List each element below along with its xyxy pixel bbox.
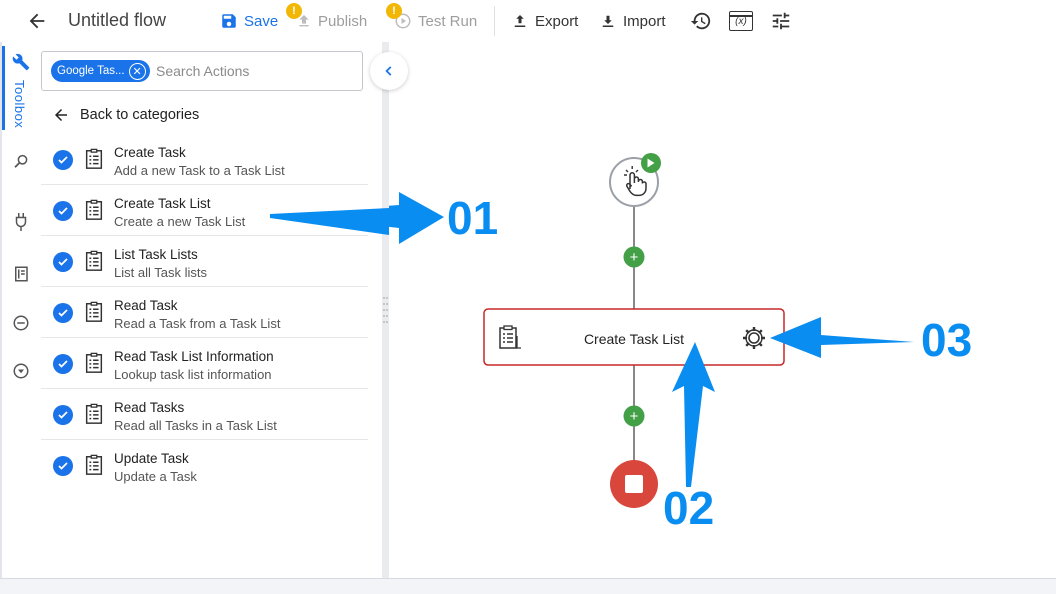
category-filter-chip[interactable]: Google Tas... ✕ — [51, 60, 150, 82]
publish-warning-badge: ! — [286, 3, 302, 19]
check-circle-icon — [53, 201, 73, 221]
variables-icon: (x) — [729, 11, 753, 31]
top-bar: Untitled flow Save Publish ! Test Run ! … — [0, 0, 1056, 42]
annotation-arrow-01 — [389, 192, 444, 244]
variables-button[interactable]: (x) — [729, 0, 753, 42]
panel-resize-handle[interactable] — [382, 42, 389, 578]
search-input[interactable] — [156, 60, 356, 82]
export-label: Export — [535, 12, 579, 30]
back-to-categories-link[interactable]: Back to categories — [52, 106, 199, 124]
action-item-list-task-lists[interactable]: List Task Lists List all Task lists — [41, 236, 368, 287]
action-item-read-task-list-information[interactable]: Read Task List Information Lookup task l… — [41, 338, 368, 389]
play-badge-icon[interactable] — [641, 153, 661, 173]
check-circle-icon — [53, 405, 73, 425]
plug-icon[interactable] — [11, 212, 31, 232]
settings-sliders-icon[interactable] — [770, 0, 792, 42]
check-circle-icon — [53, 303, 73, 323]
fx-label: (x) — [735, 15, 747, 27]
task-list-icon — [85, 148, 103, 169]
action-title: Read Task — [114, 298, 178, 313]
check-circle-icon — [53, 456, 73, 476]
check-circle-icon — [53, 354, 73, 374]
testrun-warning-badge: ! — [386, 3, 402, 19]
stop-node[interactable] — [610, 460, 658, 508]
chip-close-icon[interactable]: ✕ — [128, 62, 146, 80]
history-icon[interactable] — [690, 0, 712, 42]
save-icon — [222, 14, 236, 28]
test-run-button[interactable]: Test Run — [394, 0, 477, 42]
search-box[interactable]: Google Tas... ✕ — [41, 51, 363, 91]
action-description: List all Task lists — [114, 265, 207, 280]
plus-icon: + — [630, 408, 639, 425]
import-button[interactable]: Import — [599, 0, 666, 42]
check-circle-icon — [53, 252, 73, 272]
task-list-icon — [85, 250, 103, 271]
publish-button[interactable]: Publish — [296, 0, 367, 42]
chevron-down-circle-icon[interactable] — [11, 361, 31, 381]
toolbox-tab-label[interactable]: Toolbox — [12, 80, 27, 128]
check-circle-icon — [53, 150, 73, 170]
flow-diagram: + + Create Task List 01 02 03 — [389, 153, 972, 534]
import-icon — [602, 15, 614, 27]
action-description: Add a new Task to a Task List — [114, 163, 285, 178]
flow-title[interactable]: Untitled flow — [68, 10, 166, 31]
task-list-icon — [85, 199, 103, 220]
save-label: Save — [244, 12, 279, 30]
book-icon[interactable] — [11, 264, 31, 284]
chip-label: Google Tas... — [57, 65, 125, 77]
action-description: Lookup task list information — [114, 367, 272, 382]
action-title: Create Task List — [114, 196, 211, 211]
task-list-icon — [85, 454, 103, 475]
annotation-arrow-03 — [770, 317, 914, 358]
minus-circle-icon[interactable] — [11, 313, 31, 333]
action-item-read-task[interactable]: Read Task Read a Task from a Task List — [41, 287, 368, 338]
chevron-left-icon — [385, 66, 392, 76]
task-list-icon — [85, 403, 103, 424]
add-step-button[interactable]: + — [623, 405, 645, 427]
action-item-create-task-list[interactable]: Create Task List Create a new Task List — [41, 185, 368, 236]
task-list-icon — [85, 352, 103, 373]
action-title: List Task Lists — [114, 247, 198, 262]
action-item-read-tasks[interactable]: Read Tasks Read all Tasks in a Task List — [41, 389, 368, 440]
task-list-icon — [85, 301, 103, 322]
flow-canvas[interactable]: + + Create Task List 01 02 03 — [389, 42, 1056, 578]
drag-dots-icon — [383, 297, 388, 323]
annotation-label-01: 01 — [447, 192, 498, 244]
export-icon — [514, 15, 526, 27]
rail-active-indicator — [2, 46, 5, 130]
test-run-label: Test Run — [418, 12, 478, 30]
action-title: Update Task — [114, 451, 189, 466]
plus-icon: + — [630, 249, 639, 266]
node-label: Create Task List — [584, 331, 684, 347]
action-title: Create Task — [114, 145, 186, 160]
back-to-categories-label: Back to categories — [80, 107, 200, 123]
bottom-bar — [0, 578, 1056, 594]
action-item-create-task[interactable]: Create Task Add a new Task to a Task Lis… — [41, 134, 368, 185]
back-arrow-icon — [55, 109, 67, 121]
collapse-panel-button[interactable] — [370, 52, 408, 90]
back-arrow-icon[interactable] — [26, 0, 48, 42]
action-description: Read all Tasks in a Task List — [114, 418, 277, 433]
action-title: Read Task List Information — [114, 349, 274, 364]
export-button[interactable]: Export — [511, 0, 578, 42]
left-rail: Toolbox — [0, 42, 36, 578]
annotation-label-02: 02 — [663, 482, 714, 534]
action-list: Create Task Add a new Task to a Task Lis… — [41, 134, 368, 491]
action-title: Read Tasks — [114, 400, 185, 415]
save-button[interactable]: Save — [220, 0, 278, 42]
stop-square-icon — [625, 475, 643, 493]
search-icon[interactable] — [11, 152, 31, 172]
action-description: Read a Task from a Task List — [114, 316, 281, 331]
action-description: Update a Task — [114, 469, 197, 484]
annotation-label-03: 03 — [921, 314, 972, 366]
action-description: Create a new Task List — [114, 214, 246, 229]
import-label: Import — [623, 12, 666, 30]
action-item-update-task[interactable]: Update Task Update a Task — [41, 440, 368, 491]
add-step-button[interactable]: + — [623, 246, 645, 268]
toolbar-divider — [494, 6, 495, 36]
toolbox-icon[interactable] — [11, 52, 31, 72]
actions-panel: Google Tas... ✕ Back to categories Creat… — [36, 42, 382, 578]
publish-label: Publish — [318, 12, 368, 30]
action-node-create-task-list[interactable]: Create Task List — [483, 308, 785, 366]
